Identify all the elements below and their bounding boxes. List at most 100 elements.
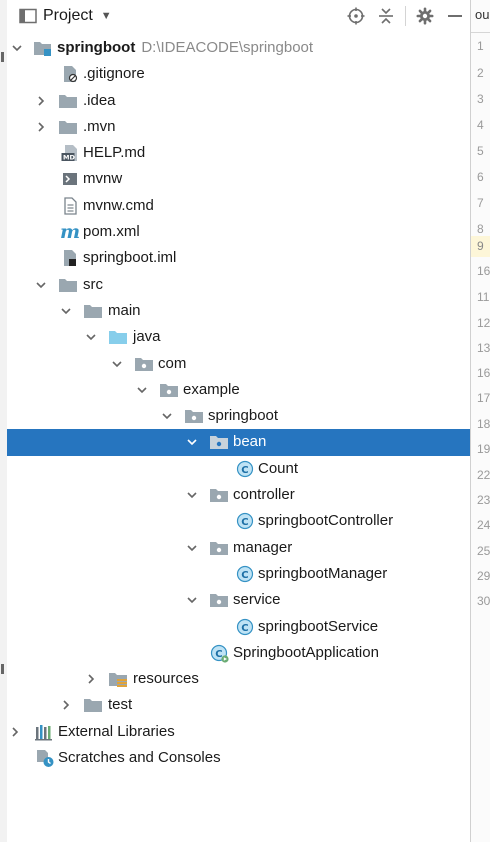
- tree-item-label: springboot: [208, 407, 279, 425]
- tree-item-label: manager: [233, 538, 293, 556]
- line-number: 12: [477, 316, 490, 330]
- chevron-down-icon[interactable]: [160, 403, 174, 429]
- line-number: 19: [477, 442, 490, 456]
- tree-item-gitignore[interactable]: .gitignore: [7, 61, 470, 87]
- line-number: 18: [477, 417, 490, 431]
- project-panel-header: Project ▼: [7, 0, 470, 32]
- chevron-down-icon[interactable]: [34, 272, 48, 298]
- text-file-icon: [60, 196, 80, 216]
- tree-item-src[interactable]: src: [7, 272, 470, 298]
- line-number: 30: [477, 594, 490, 608]
- line-number: 11: [477, 290, 490, 304]
- tree-item-service[interactable]: service: [7, 587, 470, 613]
- chevron-right-icon[interactable]: [59, 692, 73, 718]
- class-icon: C: [235, 564, 255, 584]
- project-tool-window: Project ▼ springboot D:\IDEACODE\springb…: [7, 0, 470, 842]
- tree-item-help-md[interactable]: MD HELP.md: [7, 140, 470, 166]
- chevron-down-icon[interactable]: [59, 298, 73, 324]
- tree-item-manager[interactable]: manager: [7, 535, 470, 561]
- chevron-right-icon[interactable]: [34, 88, 48, 114]
- tree-item-label: External Libraries: [58, 722, 175, 740]
- select-opened-file-button[interactable]: [341, 1, 371, 31]
- tree-item-mvnw-cmd[interactable]: mvnw.cmd: [7, 193, 470, 219]
- package-icon: [159, 380, 179, 400]
- package-icon: [209, 485, 229, 505]
- tree-item-com[interactable]: com: [7, 351, 470, 377]
- project-window-icon: [19, 8, 37, 24]
- svg-text:C: C: [241, 622, 248, 633]
- folder-icon: [83, 695, 103, 715]
- chevron-down-icon[interactable]: [185, 587, 199, 613]
- package-icon: [209, 538, 229, 558]
- tree-item-label: java: [133, 328, 161, 346]
- package-icon: [134, 354, 154, 374]
- maven-file-icon: m: [59, 221, 81, 244]
- tree-item-scratches[interactable]: Scratches and Consoles: [7, 745, 470, 771]
- tree-item-springboot-manager[interactable]: C springbootManager: [7, 561, 470, 587]
- chevron-down-icon[interactable]: [110, 351, 124, 377]
- tree-item-label: SpringbootApplication: [233, 643, 379, 661]
- tree-item-resources[interactable]: resources: [7, 666, 470, 692]
- spring-application-class-icon: C: [210, 643, 230, 663]
- chevron-right-icon[interactable]: [8, 719, 22, 745]
- chevron-down-icon[interactable]: [10, 35, 24, 61]
- folder-icon: [58, 275, 78, 295]
- tree-item-pom-xml[interactable]: m pom.xml: [7, 219, 470, 245]
- tree-item-example[interactable]: example: [7, 377, 470, 403]
- tree-item-springboot-application[interactable]: C SpringbootApplication: [7, 640, 470, 666]
- tree-item-springboot-service[interactable]: C springbootService: [7, 614, 470, 640]
- collapse-all-button[interactable]: [371, 1, 401, 31]
- module-folder-icon: [33, 38, 53, 58]
- tree-item-springboot-package[interactable]: springboot: [7, 403, 470, 429]
- crosshair-icon: [347, 7, 365, 25]
- tree-item-mvn[interactable]: .mvn: [7, 114, 470, 140]
- line-number: 29: [477, 569, 490, 583]
- editor-gutter: ourc 1 2 3 4 5 6 7 8 9 16 11 12 13 16 17…: [471, 0, 490, 842]
- line-number: 8: [477, 222, 484, 236]
- tree-item-test[interactable]: test: [7, 692, 470, 718]
- chevron-down-icon[interactable]: [84, 324, 98, 350]
- chevron-down-icon[interactable]: [185, 429, 199, 455]
- project-view-selector[interactable]: Project ▼: [19, 7, 112, 25]
- chevron-down-icon[interactable]: [185, 535, 199, 561]
- folder-icon: [58, 117, 78, 137]
- toolbar-divider: [405, 6, 406, 26]
- collapse-all-icon: [379, 8, 393, 24]
- line-number: 4: [477, 118, 484, 132]
- tree-item-label: .mvn: [83, 117, 116, 135]
- tree-item-count[interactable]: C Count: [7, 456, 470, 482]
- tree-item-label: src: [83, 275, 103, 293]
- tree-item-label: service: [233, 591, 281, 609]
- tree-item-mvnw[interactable]: mvnw: [7, 166, 470, 192]
- svg-text:C: C: [241, 570, 248, 581]
- tree-item-controller[interactable]: controller: [7, 482, 470, 508]
- chevron-right-icon[interactable]: [84, 666, 98, 692]
- hide-panel-button[interactable]: [440, 1, 470, 31]
- package-icon: [209, 432, 229, 452]
- tree-item-label: pom.xml: [83, 223, 140, 241]
- tree-item-idea[interactable]: .idea: [7, 88, 470, 114]
- chevron-right-icon[interactable]: [34, 114, 48, 140]
- settings-button[interactable]: [410, 1, 440, 31]
- tree-item-external-libraries[interactable]: External Libraries: [7, 719, 470, 745]
- tree-item-java[interactable]: java: [7, 324, 470, 350]
- resources-folder-icon: [108, 669, 128, 689]
- line-number: 5: [477, 144, 484, 158]
- line-number: 24: [477, 518, 490, 532]
- editor-tab-fragment[interactable]: ourc: [475, 7, 490, 22]
- svg-text:MD: MD: [63, 154, 75, 162]
- tree-item-springboot-controller[interactable]: C springbootController: [7, 508, 470, 534]
- tree-item-bean[interactable]: bean: [7, 429, 470, 456]
- class-icon: C: [235, 459, 255, 479]
- tree-item-label: main: [108, 301, 141, 319]
- gear-icon: [416, 7, 434, 25]
- svg-text:C: C: [215, 649, 222, 660]
- tree-item-springboot-root[interactable]: springboot D:\IDEACODE\springboot: [7, 35, 470, 61]
- folder-icon: [58, 91, 78, 111]
- chevron-down-icon: ▼: [100, 10, 112, 22]
- chevron-down-icon[interactable]: [135, 377, 149, 403]
- tree-item-label: springbootService: [258, 617, 379, 635]
- tree-item-iml[interactable]: springboot.iml: [7, 245, 470, 271]
- tree-item-main[interactable]: main: [7, 298, 470, 324]
- chevron-down-icon[interactable]: [185, 482, 199, 508]
